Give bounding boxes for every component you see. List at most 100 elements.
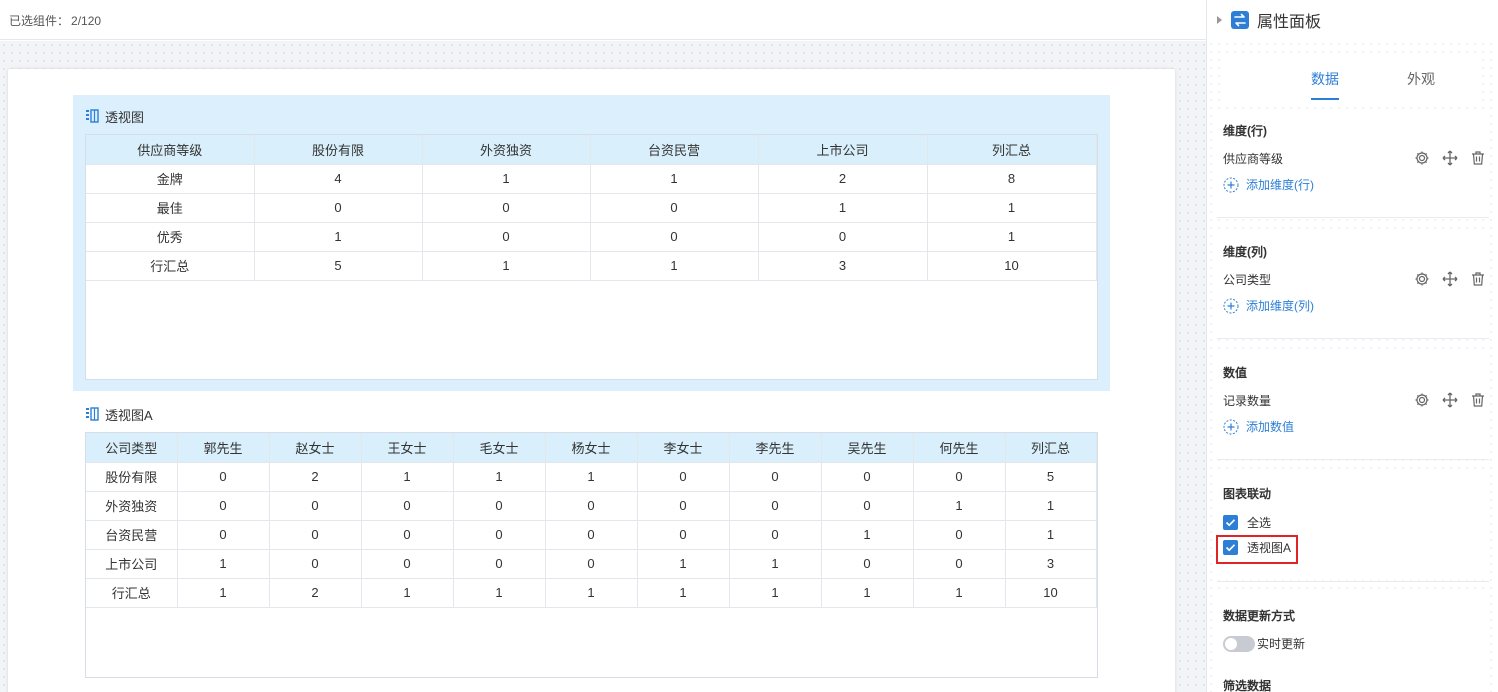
table-cell: 1 bbox=[422, 164, 591, 194]
move-icon[interactable] bbox=[1442, 271, 1458, 287]
table-cell: 1 bbox=[590, 251, 759, 281]
row-header-cell: 股份有限 bbox=[86, 462, 178, 492]
move-icon[interactable] bbox=[1442, 150, 1458, 166]
divider bbox=[1217, 459, 1489, 460]
tab-appearance[interactable]: 外观 bbox=[1373, 56, 1469, 102]
gear-icon[interactable] bbox=[1414, 392, 1430, 408]
gear-icon[interactable] bbox=[1414, 150, 1430, 166]
table-cell: 2 bbox=[269, 578, 362, 608]
row-dimension-field: 供应商等级 bbox=[1223, 152, 1284, 166]
section-title: 数值 bbox=[1223, 366, 1248, 380]
report-page: 透视图 供应商等级 股份有限 外资独资 台资民营 上市公司 列汇总 金牌 4 1 1 2 8 最佳 0 0… bbox=[8, 69, 1175, 692]
table-cell: 0 bbox=[729, 520, 822, 550]
table-row: 台资民营 0 0 0 0 0 0 0 1 0 1 bbox=[86, 520, 1097, 550]
column-header: 列汇总 bbox=[927, 135, 1097, 165]
trash-icon[interactable] bbox=[1470, 271, 1486, 287]
column-header: 何先生 bbox=[913, 433, 1006, 463]
column-header: 吴先生 bbox=[821, 433, 914, 463]
table-cell: 5 bbox=[254, 251, 423, 281]
table-cell: 10 bbox=[1005, 578, 1097, 608]
caret-right-icon[interactable] bbox=[1217, 16, 1222, 24]
trash-icon[interactable] bbox=[1470, 150, 1486, 166]
table-cell: 1 bbox=[422, 251, 591, 281]
tab-data[interactable]: 数据 bbox=[1277, 56, 1373, 102]
table-row: 行汇总 1 2 1 1 1 1 1 1 1 10 bbox=[86, 578, 1097, 608]
table-cell: 4 bbox=[254, 164, 423, 194]
table-cell: 1 bbox=[1005, 491, 1097, 521]
toggle-switch[interactable] bbox=[1223, 635, 1255, 652]
table-cell: 0 bbox=[361, 491, 454, 521]
table-cell: 1 bbox=[927, 193, 1097, 223]
table-cell: 1 bbox=[177, 549, 270, 579]
table-cell: 1 bbox=[1005, 520, 1097, 550]
checkbox-checked[interactable] bbox=[1223, 515, 1238, 530]
table-cell: 0 bbox=[453, 520, 546, 550]
add-col-dimension-button[interactable]: 添加维度(列) bbox=[1223, 297, 1314, 314]
section-title: 维度(行) bbox=[1223, 124, 1267, 138]
table-cell: 0 bbox=[637, 491, 730, 521]
table-cell: 0 bbox=[821, 462, 914, 492]
filter-data-title: 筛选数据 bbox=[1223, 679, 1272, 692]
column-header: 股份有限 bbox=[254, 135, 423, 165]
realtime-update-toggle[interactable]: 实时更新 bbox=[1223, 635, 1305, 652]
table-cell: 0 bbox=[269, 520, 362, 550]
table-cell: 0 bbox=[729, 462, 822, 492]
column-header: 供应商等级 bbox=[86, 135, 255, 165]
table-cell: 0 bbox=[729, 491, 822, 521]
select-all-checkbox[interactable]: 全选 bbox=[1223, 514, 1271, 531]
panel-header: 属性面板 bbox=[1207, 0, 1498, 40]
table-cell: 1 bbox=[913, 491, 1006, 521]
column-header: 李女士 bbox=[637, 433, 730, 463]
table-cell: 0 bbox=[422, 193, 591, 223]
pivot-title-text: 透视图 bbox=[105, 109, 145, 125]
pivot-table-component[interactable]: 透视图 供应商等级 股份有限 外资独资 台资民营 上市公司 列汇总 金牌 4 1 1 2 8 最佳 0 0… bbox=[73, 95, 1110, 391]
swap-icon bbox=[1231, 11, 1249, 29]
selected-components: 已选组件： 2/120 bbox=[9, 12, 101, 29]
table-cell: 1 bbox=[361, 578, 454, 608]
divider bbox=[1217, 338, 1489, 339]
table-cell: 1 bbox=[453, 462, 546, 492]
row-header-cell: 行汇总 bbox=[86, 578, 178, 608]
field-actions bbox=[1414, 271, 1486, 287]
add-value-button[interactable]: 添加数值 bbox=[1223, 418, 1294, 435]
table-cell: 1 bbox=[453, 578, 546, 608]
section-col-dimension: 维度(列) 公司类型 添加维度(列) bbox=[1217, 231, 1489, 336]
divider bbox=[1217, 217, 1489, 218]
realtime-update-label: 实时更新 bbox=[1257, 637, 1306, 651]
table-cell: 0 bbox=[821, 491, 914, 521]
table-cell: 0 bbox=[177, 520, 270, 550]
move-icon[interactable] bbox=[1442, 392, 1458, 408]
table-cell: 1 bbox=[927, 222, 1097, 252]
table-cell: 2 bbox=[758, 164, 928, 194]
section-title: 数据更新方式 bbox=[1223, 609, 1296, 623]
table-cell: 0 bbox=[177, 491, 270, 521]
gear-icon[interactable] bbox=[1414, 271, 1430, 287]
trash-icon[interactable] bbox=[1470, 392, 1486, 408]
column-header: 赵女士 bbox=[269, 433, 362, 463]
column-header: 上市公司 bbox=[758, 135, 928, 165]
check-icon bbox=[1225, 519, 1236, 527]
table-cell: 0 bbox=[545, 491, 638, 521]
pivot-table-icon bbox=[86, 407, 99, 421]
table-cell: 5 bbox=[1005, 462, 1097, 492]
panel-title: 属性面板 bbox=[1257, 14, 1322, 31]
section-update-mode: 数据更新方式 实时更新 筛选数据 bbox=[1217, 595, 1489, 692]
pivot-table-a-component[interactable]: 透视图A 公司类型 郭先生 赵女士 王女士 毛女士 杨女士 李女士 李先生 吴先生 何先生 列汇总 … bbox=[73, 393, 1110, 692]
table-cell: 0 bbox=[254, 193, 423, 223]
pivot-title: 透视图 bbox=[85, 107, 144, 125]
column-header: 杨女士 bbox=[545, 433, 638, 463]
table-cell: 3 bbox=[1005, 549, 1097, 579]
table-cell: 8 bbox=[927, 164, 1097, 194]
row-header-cell: 台资民营 bbox=[86, 520, 178, 550]
field-actions bbox=[1414, 392, 1486, 408]
table-cell: 0 bbox=[361, 549, 454, 579]
table-cell: 1 bbox=[177, 578, 270, 608]
row-header-cell: 最佳 bbox=[86, 193, 255, 223]
property-panel: 属性面板 数据 外观 维度(行) 供应商等级 添加维度(行) 维度(列) 公司类… bbox=[1206, 0, 1498, 692]
add-row-dimension-button[interactable]: 添加维度(行) bbox=[1223, 176, 1314, 193]
column-header: 毛女士 bbox=[453, 433, 546, 463]
column-header: 外资独资 bbox=[422, 135, 591, 165]
table-cell: 0 bbox=[913, 549, 1006, 579]
table-row: 优秀 1 0 0 0 1 bbox=[86, 222, 1097, 252]
table-cell: 1 bbox=[913, 578, 1006, 608]
